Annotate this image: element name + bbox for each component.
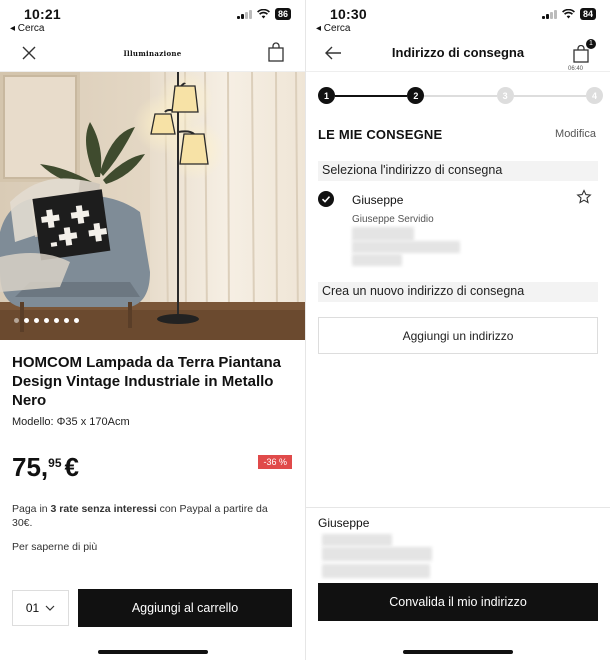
carousel-dot[interactable] — [44, 318, 49, 323]
category-title: Illuminazione — [123, 49, 182, 58]
divider — [306, 507, 610, 508]
shopping-bag-icon — [573, 45, 589, 63]
product-screen: 10:21 ◂ Cerca 86 Illuminazione HOMCOM La… — [0, 0, 305, 660]
paypal-installments-text: Paga in 3 rate senza interessi con Paypa… — [12, 502, 282, 530]
delivery-address-screen: 10:30 ◂ Cerca 84 Indirizzo di consegna 1… — [305, 0, 610, 660]
delivery-header: Indirizzo di consegna 1 06:40 — [306, 36, 610, 72]
battery-icon: 86 — [274, 8, 291, 20]
stepper-connector — [424, 95, 497, 97]
battery-icon: 84 — [579, 8, 596, 20]
lamp-scene-illustration — [0, 72, 305, 340]
price-decimals: 95 — [48, 456, 62, 470]
product-header: Illuminazione — [0, 36, 305, 72]
checkout-stepper: 1 2 3 4 — [318, 87, 603, 105]
stepper-step-1: 1 — [318, 87, 335, 104]
star-icon[interactable] — [576, 189, 592, 205]
price-currency: € — [64, 452, 79, 482]
status-bar: 10:30 ◂ Cerca 84 — [306, 0, 610, 36]
product-title: HOMCOM Lampada da Terra Piantana Design … — [12, 354, 281, 409]
add-to-cart-button[interactable]: Aggiungi al carrello — [78, 589, 292, 627]
stepper-step-3: 3 — [496, 87, 514, 104]
stepper-connector — [335, 95, 408, 97]
redacted-address-line — [352, 241, 460, 253]
redacted-address-line — [322, 534, 392, 546]
redacted-address-line — [352, 227, 414, 241]
redacted-address-line — [322, 564, 430, 578]
chevron-down-icon — [45, 605, 55, 611]
wifi-icon — [257, 9, 270, 19]
carousel-dot[interactable] — [24, 318, 29, 323]
cart-timer: 06:40 — [568, 66, 584, 72]
product-model: Modello: Φ35 x 170Acm — [12, 416, 130, 428]
learn-more-link[interactable]: Per saperne di più — [12, 541, 97, 553]
quantity-select[interactable]: 01 — [12, 590, 69, 626]
create-address-heading: Crea un nuovo indirizzo di consegna — [318, 282, 598, 302]
quantity-value: 01 — [25, 601, 40, 615]
check-icon — [321, 196, 331, 203]
home-indicator[interactable] — [97, 650, 208, 654]
cart-button[interactable]: 1 06:40 — [568, 39, 596, 72]
status-bar: 10:21 ◂ Cerca 86 — [0, 0, 305, 36]
status-icons: 86 — [236, 8, 291, 20]
home-indicator[interactable] — [403, 650, 513, 654]
price-integer: 75, — [12, 452, 49, 482]
stepper-connector — [513, 95, 586, 97]
selected-address-name: Giuseppe — [318, 516, 370, 530]
carousel-dot[interactable] — [54, 318, 59, 323]
wifi-icon — [562, 9, 575, 19]
address-radio-checked[interactable] — [318, 191, 334, 207]
carousel-dot[interactable] — [14, 318, 19, 323]
stepper-step-2: 2 — [407, 87, 425, 104]
discount-badge: -36 % — [258, 455, 292, 469]
cart-count-badge: 1 — [586, 39, 596, 49]
product-image[interactable] — [0, 72, 305, 340]
signal-icon — [236, 9, 252, 19]
redacted-address-line — [352, 254, 402, 266]
address-full-name: Giuseppe Servidio — [352, 214, 434, 225]
redacted-address-line — [322, 547, 432, 561]
status-icons: 84 — [541, 8, 596, 20]
select-address-heading: Seleziona l'indirizzo di consegna — [318, 161, 598, 181]
back-to-search-link[interactable]: ◂ Cerca — [316, 23, 350, 34]
add-address-button[interactable]: Aggiungi un indirizzo — [318, 317, 598, 354]
paypal-text-bold: 3 rate senza interessi — [50, 503, 157, 515]
back-to-search-link[interactable]: ◂ Cerca — [10, 23, 44, 34]
validate-address-button[interactable]: Convalida il mio indirizzo — [318, 583, 598, 621]
carousel-dots[interactable] — [14, 318, 79, 323]
page-title: Indirizzo di consegna — [391, 45, 525, 60]
section-title: LE MIE CONSEGNE — [318, 127, 443, 142]
stepper-step-4: 4 — [586, 87, 603, 104]
status-time: 10:30 — [330, 6, 367, 22]
paypal-text-pre: Paga in — [12, 503, 51, 515]
signal-icon — [541, 9, 557, 19]
status-time: 10:21 — [24, 6, 61, 22]
carousel-dot[interactable] — [64, 318, 69, 323]
product-price: 75,95 € — [12, 452, 79, 483]
shopping-bag-icon[interactable] — [267, 42, 285, 62]
carousel-dot[interactable] — [34, 318, 39, 323]
address-name: Giuseppe — [352, 193, 404, 207]
carousel-dot[interactable] — [74, 318, 79, 323]
modify-link[interactable]: Modifica — [555, 128, 596, 140]
